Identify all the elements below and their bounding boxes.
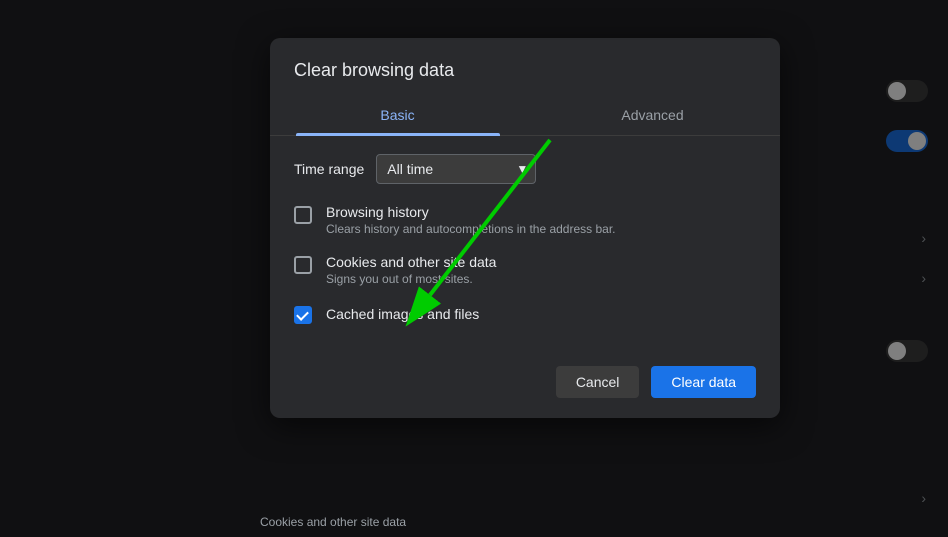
dialog-footer: Cancel Clear data	[270, 342, 780, 418]
time-range-select-wrapper: All time Last hour Last 24 hours Last 7 …	[376, 154, 536, 184]
cached-text: Cached images and files	[326, 306, 479, 322]
cached-checkbox[interactable]	[294, 306, 312, 324]
clear-browsing-data-dialog: Clear browsing data Basic Advanced Time …	[270, 38, 780, 418]
time-range-select[interactable]: All time Last hour Last 24 hours Last 7 …	[376, 154, 536, 184]
cookies-text: Cookies and other site data Signs you ou…	[326, 254, 496, 286]
cookies-desc: Signs you out of most sites.	[326, 272, 496, 286]
bottom-bar-text: Cookies and other site data	[260, 515, 406, 529]
time-range-label: Time range	[294, 161, 364, 177]
dialog-tabs: Basic Advanced	[270, 97, 780, 136]
browsing-history-text: Browsing history Clears history and auto…	[326, 204, 616, 236]
browsing-history-desc: Clears history and autocompletions in th…	[326, 222, 616, 236]
tab-advanced[interactable]: Advanced	[525, 97, 780, 135]
browsing-history-label: Browsing history	[326, 204, 616, 220]
cached-label: Cached images and files	[326, 306, 479, 322]
time-range-row: Time range All time Last hour Last 24 ho…	[294, 154, 756, 184]
cookies-item: Cookies and other site data Signs you ou…	[294, 254, 756, 286]
cancel-button[interactable]: Cancel	[556, 366, 640, 398]
clear-data-button[interactable]: Clear data	[651, 366, 756, 398]
browsing-history-item: Browsing history Clears history and auto…	[294, 204, 756, 236]
dialog-content: Time range All time Last hour Last 24 ho…	[270, 136, 780, 324]
browsing-history-checkbox[interactable]	[294, 206, 312, 224]
cookies-checkbox[interactable]	[294, 256, 312, 274]
cookies-label: Cookies and other site data	[326, 254, 496, 270]
tab-basic[interactable]: Basic	[270, 97, 525, 135]
dialog-title: Clear browsing data	[270, 38, 780, 81]
cached-item: Cached images and files	[294, 304, 756, 324]
